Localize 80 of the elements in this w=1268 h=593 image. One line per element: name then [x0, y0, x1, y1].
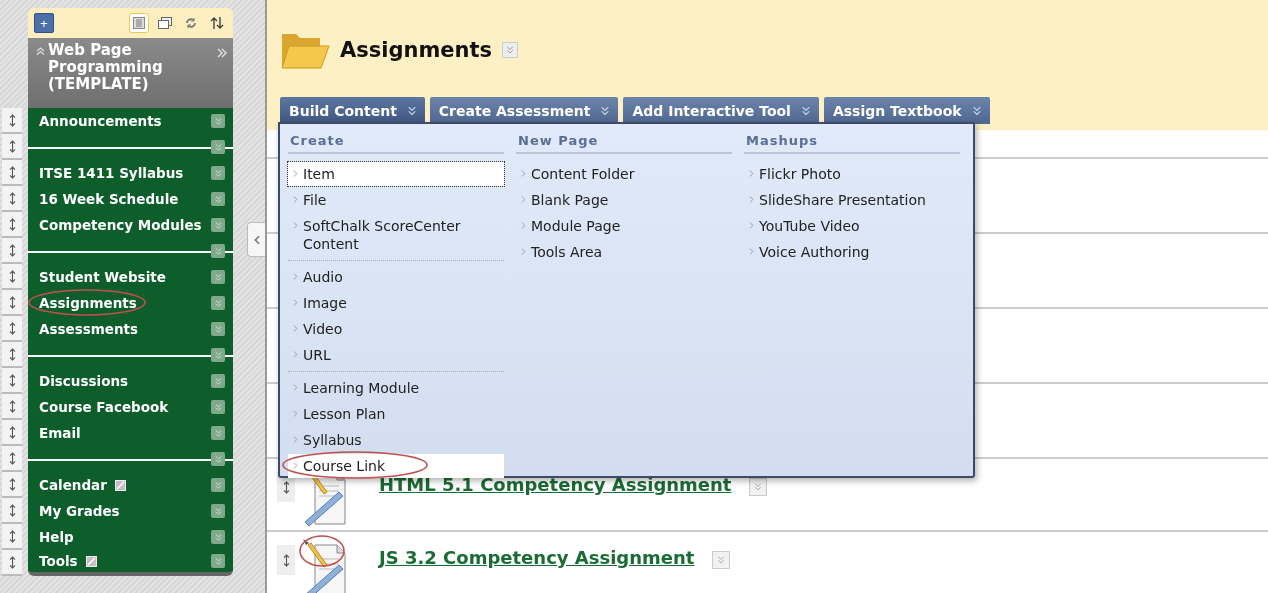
- reorder-handle[interactable]: [2, 134, 22, 160]
- options-button[interactable]: [749, 478, 768, 496]
- course-menu-link[interactable]: Email: [35, 423, 85, 443]
- reorder-handle[interactable]: [2, 316, 22, 342]
- toolbar-menu-button[interactable]: Build Content: [280, 97, 425, 124]
- menu-item[interactable]: SoftChalk ScoreCenter Content: [288, 214, 504, 256]
- reorder-handle[interactable]: [2, 524, 22, 550]
- collapse-sidebar-button[interactable]: [247, 222, 265, 257]
- menu-item[interactable]: Content Folder: [516, 162, 732, 186]
- options-button[interactable]: [211, 244, 225, 258]
- options-button[interactable]: [211, 374, 225, 388]
- reorder-handle[interactable]: [2, 394, 22, 420]
- view-toggle-button[interactable]: [129, 13, 149, 33]
- options-button[interactable]: [211, 114, 225, 128]
- menu-item[interactable]: Module Page: [516, 214, 732, 238]
- windows-icon: [158, 17, 172, 29]
- assignment-link[interactable]: JS 3.2 Competency Assignment: [379, 547, 695, 593]
- toolbar-menu-button[interactable]: Create Assessment: [429, 97, 619, 124]
- reorder-handle[interactable]: [2, 446, 22, 472]
- menu-item[interactable]: Syllabus: [288, 428, 504, 452]
- options-button[interactable]: [211, 348, 225, 362]
- menu-item[interactable]: Voice Authoring: [744, 240, 960, 264]
- menu-heading: Create: [288, 130, 504, 154]
- options-button[interactable]: [211, 452, 225, 466]
- reorder-handle[interactable]: [2, 212, 22, 238]
- reorder-handle[interactable]: [2, 186, 22, 212]
- course-menu-link[interactable]: Help: [35, 527, 78, 547]
- collapse-icon[interactable]: [36, 46, 45, 55]
- reorder-handle[interactable]: [2, 550, 22, 576]
- page-title: Assignments: [340, 38, 493, 62]
- options-button[interactable]: [502, 42, 519, 58]
- menu-item[interactable]: Item: [288, 162, 504, 186]
- options-button[interactable]: [211, 166, 225, 180]
- menu-item[interactable]: Course Link: [288, 454, 504, 478]
- menu-item[interactable]: Video: [288, 317, 504, 341]
- menu-heading: Mashups: [744, 130, 960, 154]
- reorder-handle[interactable]: [277, 545, 295, 575]
- menu-item[interactable]: Lesson Plan: [288, 402, 504, 426]
- reorder-handle[interactable]: [2, 290, 22, 316]
- options-button[interactable]: [211, 554, 225, 568]
- course-menu-link[interactable]: Tools: [35, 551, 82, 571]
- options-button[interactable]: [211, 270, 225, 284]
- reorder-handle[interactable]: [2, 108, 22, 134]
- reorder-handle[interactable]: [2, 472, 22, 498]
- reorder-handle[interactable]: [2, 238, 22, 264]
- options-button[interactable]: [211, 322, 225, 336]
- menu-item[interactable]: Image: [288, 291, 504, 315]
- options-button[interactable]: [211, 504, 225, 518]
- menu-heading: New Page: [516, 130, 732, 154]
- expand-icon[interactable]: [217, 48, 227, 58]
- menu-item[interactable]: Tools Area: [516, 240, 732, 264]
- options-button[interactable]: [211, 426, 225, 440]
- reorder-handle[interactable]: [2, 342, 22, 368]
- list-view-icon: [133, 17, 145, 29]
- options-button[interactable]: [211, 192, 225, 206]
- options-button[interactable]: [211, 218, 225, 232]
- menu-item[interactable]: Audio: [288, 265, 504, 289]
- menu-item[interactable]: Flickr Photo: [744, 162, 960, 186]
- options-button[interactable]: [211, 530, 225, 544]
- options-button[interactable]: [211, 478, 225, 492]
- reorder-handle[interactable]: [2, 264, 22, 290]
- reorder-handle[interactable]: [2, 420, 22, 446]
- add-menu-item-button[interactable]: +: [34, 13, 54, 33]
- options-button[interactable]: [211, 296, 225, 310]
- options-button[interactable]: [211, 140, 225, 154]
- sort-icon: [210, 16, 224, 30]
- menu-item[interactable]: Blank Page: [516, 188, 732, 212]
- menu-item[interactable]: File: [288, 188, 504, 212]
- reorder-handle[interactable]: [2, 160, 22, 186]
- reorder-handle[interactable]: [2, 368, 22, 394]
- options-button[interactable]: [211, 400, 225, 414]
- menu-item[interactable]: SlideShare Presentation: [744, 188, 960, 212]
- reorder-handle[interactable]: [2, 498, 22, 524]
- menu-item[interactable]: YouTube Video: [744, 214, 960, 238]
- course-title: Web Page Programming (TEMPLATE): [48, 42, 164, 95]
- refresh-icon: [185, 17, 197, 29]
- toolbar-menu-button[interactable]: Add Interactive Tool: [623, 97, 819, 124]
- menu-item[interactable]: URL: [288, 343, 504, 367]
- toolbar-menu-button[interactable]: Assign Textbook: [823, 97, 990, 124]
- menu-item[interactable]: Learning Module: [288, 376, 504, 400]
